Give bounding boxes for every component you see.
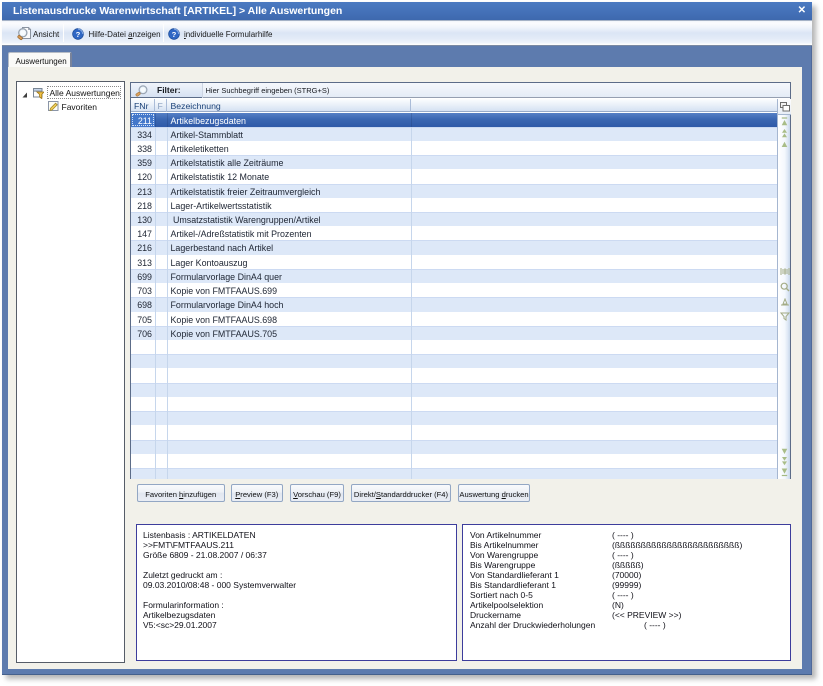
svg-text:?: ?: [172, 30, 177, 39]
svg-text:?: ?: [76, 30, 81, 39]
